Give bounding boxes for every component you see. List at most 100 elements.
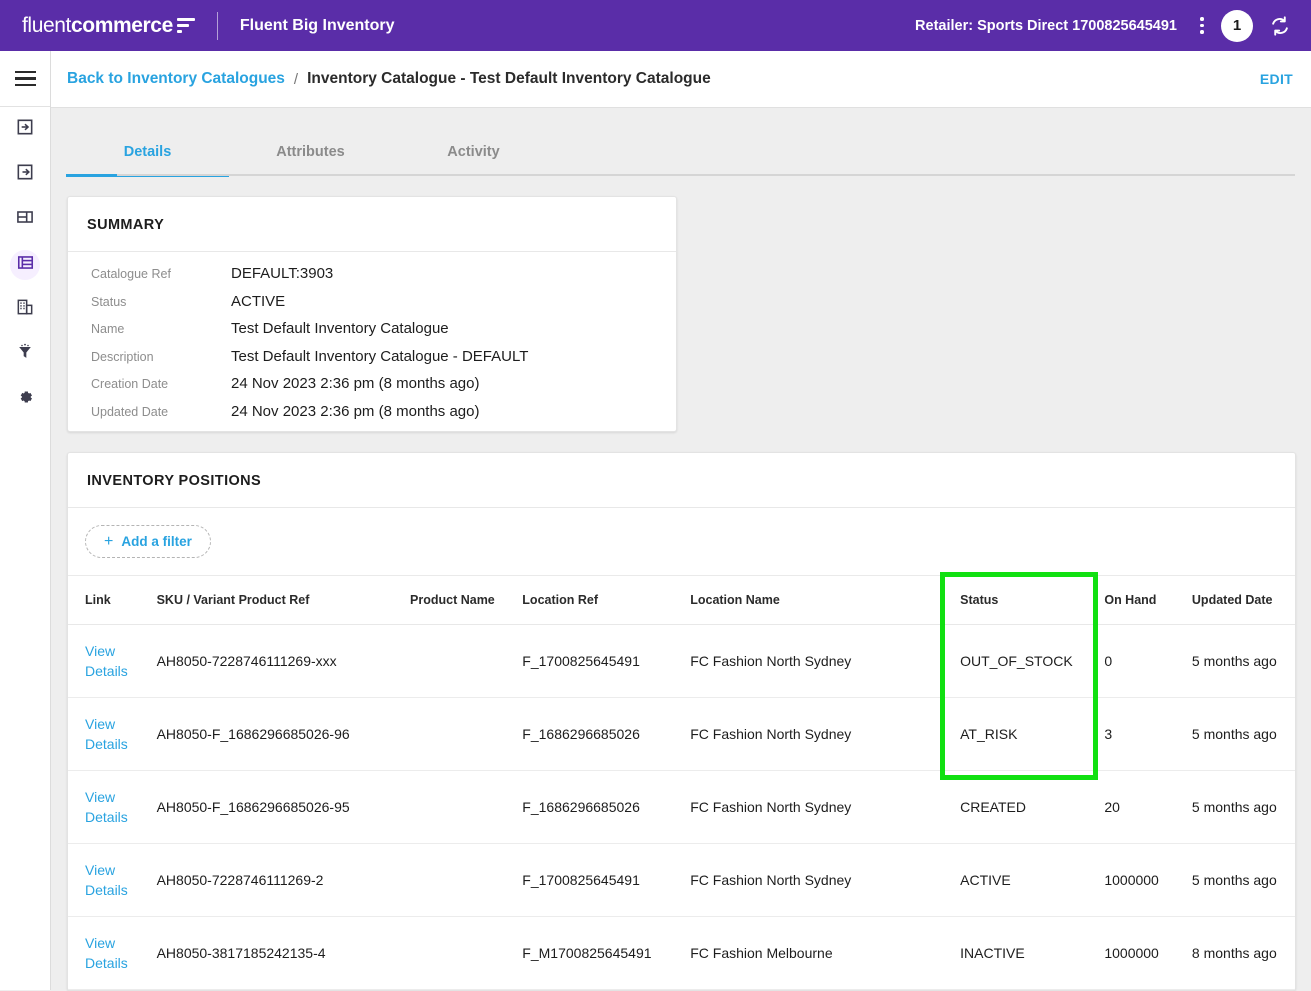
- cell-status: AT_RISK: [960, 698, 1104, 771]
- table-row: View Details AH8050-F_1686296685026-95 F…: [68, 771, 1295, 844]
- sidebar: [0, 51, 51, 990]
- cell-status: OUT_OF_STOCK: [960, 625, 1104, 698]
- table-row: View Details AH8050-3817185242135-4 F_M1…: [68, 917, 1295, 990]
- sidebar-item-building[interactable]: [0, 287, 50, 332]
- card-panel-icon: [15, 207, 35, 232]
- top-bar: fluentcommerce Fluent Big Inventory Reta…: [0, 0, 1311, 51]
- view-details-link[interactable]: View Details: [85, 787, 131, 827]
- summary-row: Creation Date 24 Nov 2023 2:36 pm (8 mon…: [91, 375, 676, 403]
- cell-status: INACTIVE: [960, 917, 1104, 990]
- summary-row: Description Test Default Inventory Catal…: [91, 348, 676, 376]
- tab-attributes[interactable]: Attributes: [229, 144, 392, 176]
- table-row: View Details AH8050-7228746111269-2 F_17…: [68, 844, 1295, 917]
- summary-row: Catalogue Ref DEFAULT:3903: [91, 265, 676, 293]
- inventory-positions-title: INVENTORY POSITIONS: [68, 453, 1295, 508]
- table-row: View Details AH8050-7228746111269-xxx F_…: [68, 625, 1295, 698]
- topbar-right-group: Retailer: Sports Direct 1700825645491 1: [915, 9, 1311, 43]
- column-header-location-ref[interactable]: Location Ref: [522, 576, 690, 625]
- plus-icon: +: [104, 534, 113, 550]
- table-body: View Details AH8050-7228746111269-xxx F_…: [68, 625, 1295, 990]
- breadcrumb-separator: /: [294, 71, 298, 88]
- tab-list: Details Attributes Activity: [51, 108, 1311, 176]
- summary-row: Name Test Default Inventory Catalogue: [91, 320, 676, 348]
- view-details-link[interactable]: View Details: [85, 641, 131, 681]
- sidebar-item-sign-in[interactable]: [0, 107, 50, 152]
- view-details-link[interactable]: View Details: [85, 860, 131, 900]
- summary-key: Creation Date: [91, 377, 231, 391]
- cell-sku: AH8050-F_1686296685026-95: [157, 771, 410, 844]
- gear-icon: [15, 387, 35, 412]
- summary-value: ACTIVE: [231, 293, 285, 310]
- cell-updated-date: 8 months ago: [1192, 917, 1295, 990]
- cell-link: View Details: [68, 698, 157, 771]
- cell-location-ref: F_1686296685026: [522, 771, 690, 844]
- view-details-link[interactable]: View Details: [85, 714, 131, 754]
- summary-value: Test Default Inventory Catalogue - DEFAU…: [231, 348, 528, 365]
- column-header-status[interactable]: Status: [960, 576, 1104, 625]
- tabs-bar: Details Attributes Activity: [51, 108, 1311, 176]
- view-details-link[interactable]: View Details: [85, 933, 131, 973]
- cell-product-name: [410, 917, 522, 990]
- column-header-updated-date[interactable]: Updated Date: [1192, 576, 1295, 625]
- summary-key: Name: [91, 322, 231, 336]
- column-header-sku[interactable]: SKU / Variant Product Ref: [157, 576, 410, 625]
- summary-body: Catalogue Ref DEFAULT:3903 Status ACTIVE…: [68, 252, 676, 442]
- table-header-row: Link SKU / Variant Product Ref Product N…: [68, 576, 1295, 625]
- cell-on-hand: 0: [1104, 625, 1192, 698]
- sidebar-item-settings[interactable]: [0, 377, 50, 422]
- summary-card: SUMMARY Catalogue Ref DEFAULT:3903 Statu…: [67, 196, 677, 432]
- list-icon: [16, 253, 35, 277]
- cell-location-name: FC Fashion North Sydney: [690, 844, 960, 917]
- sidebar-item-list[interactable]: [0, 242, 50, 287]
- column-header-location-name[interactable]: Location Name: [690, 576, 960, 625]
- summary-title: SUMMARY: [68, 197, 676, 252]
- column-header-product-name[interactable]: Product Name: [410, 576, 522, 625]
- tab-activity[interactable]: Activity: [392, 144, 555, 176]
- brand-logo[interactable]: fluentcommerce: [22, 14, 195, 38]
- cell-on-hand: 20: [1104, 771, 1192, 844]
- sidebar-item-card-panel[interactable]: [0, 197, 50, 242]
- cell-product-name: [410, 698, 522, 771]
- table-row: View Details AH8050-F_1686296685026-96 F…: [68, 698, 1295, 771]
- cell-location-name: FC Fashion North Sydney: [690, 625, 960, 698]
- inventory-positions-card: INVENTORY POSITIONS + Add a filter Link …: [67, 452, 1296, 991]
- summary-key: Description: [91, 350, 231, 364]
- edit-button[interactable]: EDIT: [1260, 71, 1295, 87]
- add-filter-button[interactable]: + Add a filter: [85, 525, 211, 558]
- cell-sku: AH8050-3817185242135-4: [157, 917, 410, 990]
- sidebar-item-sign-out[interactable]: [0, 152, 50, 197]
- cell-product-name: [410, 844, 522, 917]
- summary-row: Updated Date 24 Nov 2023 2:36 pm (8 mont…: [91, 403, 676, 431]
- tabs-underline: [117, 174, 1295, 176]
- more-vertical-icon[interactable]: [1189, 11, 1215, 41]
- summary-value: DEFAULT:3903: [231, 265, 333, 282]
- cell-link: View Details: [68, 625, 157, 698]
- cell-updated-date: 5 months ago: [1192, 698, 1295, 771]
- brand-logo-text: fluentcommerce: [22, 14, 173, 38]
- column-header-link[interactable]: Link: [68, 576, 157, 625]
- tab-details[interactable]: Details: [66, 144, 229, 176]
- cell-status: ACTIVE: [960, 844, 1104, 917]
- breadcrumb-bar: Back to Inventory Catalogues / Inventory…: [51, 51, 1311, 108]
- sign-in-icon: [15, 117, 35, 142]
- brand-logo-second: commerce: [71, 14, 173, 37]
- cell-status: CREATED: [960, 771, 1104, 844]
- cell-location-ref: F_1700825645491: [522, 844, 690, 917]
- cell-location-name: FC Fashion North Sydney: [690, 698, 960, 771]
- column-header-on-hand[interactable]: On Hand: [1104, 576, 1192, 625]
- hamburger-menu-icon[interactable]: [0, 51, 50, 107]
- cell-updated-date: 5 months ago: [1192, 844, 1295, 917]
- cell-link: View Details: [68, 771, 157, 844]
- sidebar-item-funnel[interactable]: [0, 332, 50, 377]
- brand-logo-first: fluent: [22, 14, 71, 37]
- cell-link: View Details: [68, 844, 157, 917]
- cell-product-name: [410, 771, 522, 844]
- summary-key: Catalogue Ref: [91, 267, 231, 281]
- breadcrumb-back-link[interactable]: Back to Inventory Catalogues: [67, 70, 285, 88]
- brand-logo-bars-icon: [177, 18, 195, 33]
- summary-row: Status ACTIVE: [91, 293, 676, 321]
- summary-value: Test Default Inventory Catalogue: [231, 320, 449, 337]
- page-title: Inventory Catalogue - Test Default Inven…: [307, 70, 711, 88]
- refresh-icon[interactable]: [1263, 9, 1297, 43]
- notification-badge[interactable]: 1: [1221, 10, 1253, 42]
